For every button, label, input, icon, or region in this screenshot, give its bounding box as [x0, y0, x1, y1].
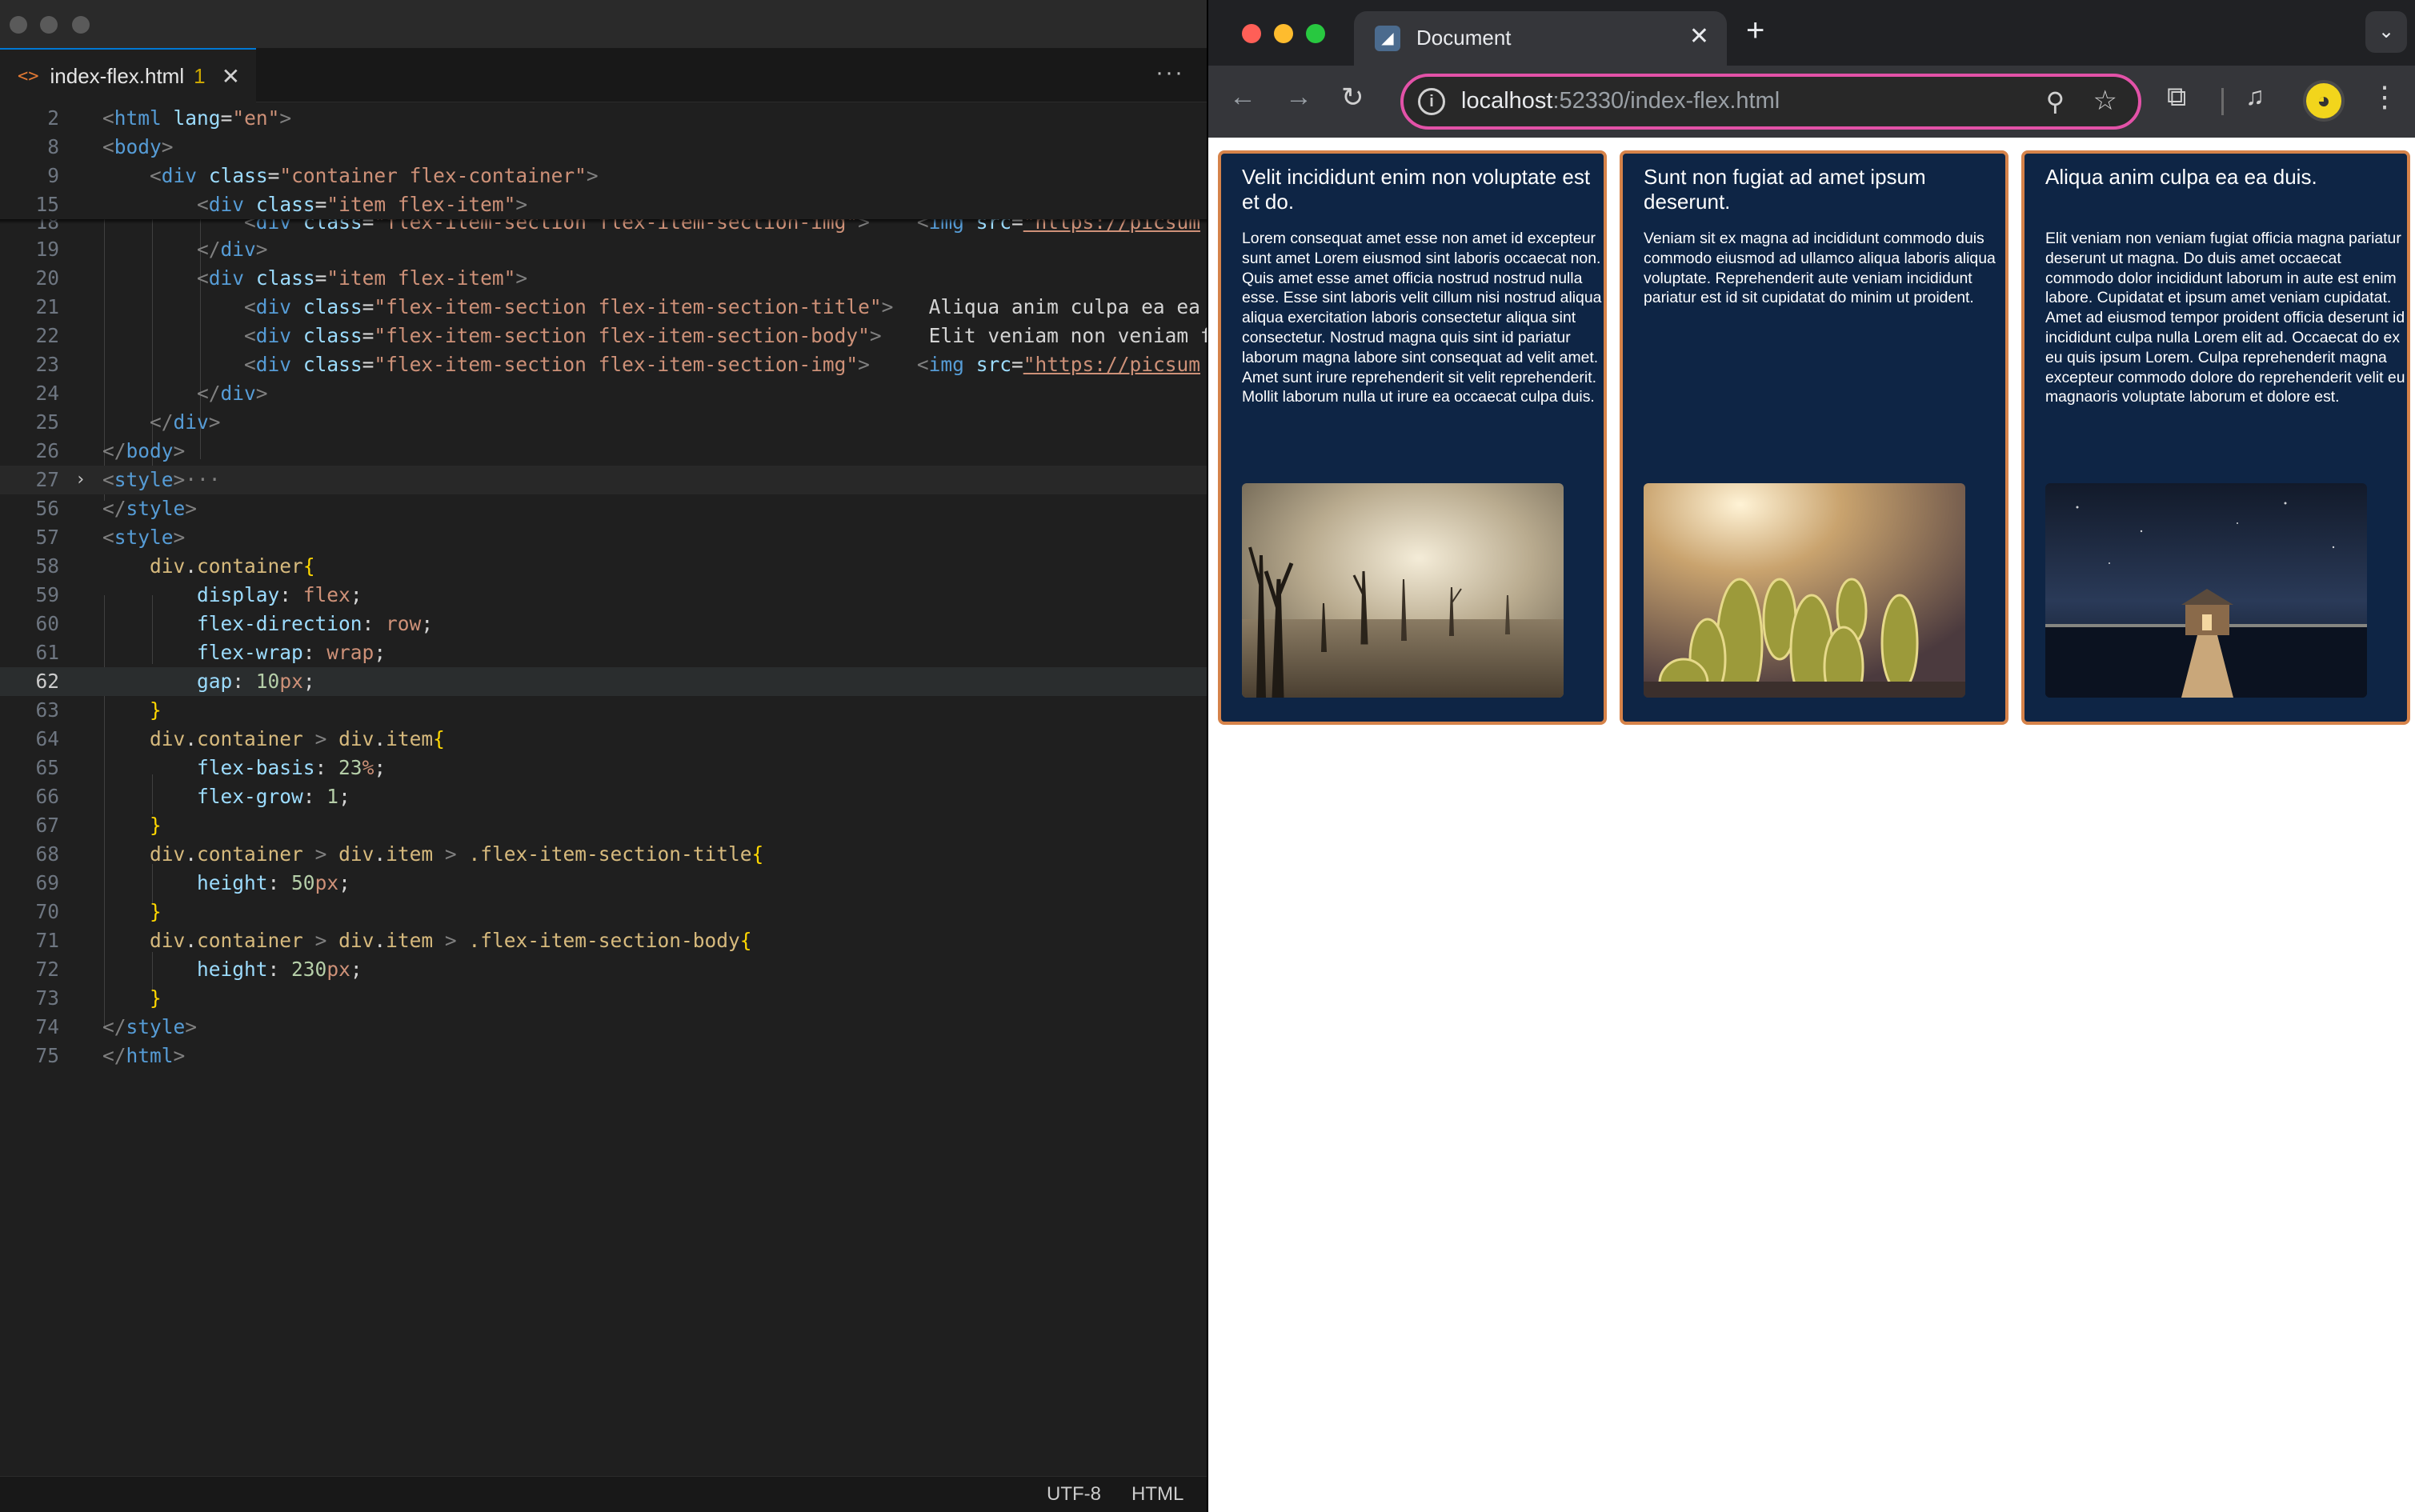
code-line: 22 <div class="flex-item-section flex-it… [35, 324, 1207, 347]
minimize-window-button[interactable] [1274, 24, 1293, 43]
media-controls-icon[interactable]: ♫ [2245, 82, 2265, 111]
profile-avatar[interactable]: ◕ [2303, 80, 2345, 122]
close-tab-icon[interactable]: ✕ [222, 63, 240, 90]
code-line: 59 display: flex; [35, 583, 362, 606]
code-line: 9 <div class="container flex-container"> [0, 162, 1207, 190]
browser-menu-kebab-icon[interactable]: ⋮ [2370, 80, 2399, 114]
code-line: 57 <style> [35, 526, 186, 549]
code-line-folded[interactable]: 27 › <style>··· [0, 466, 1207, 494]
browser-tab-document[interactable]: ◢ Document ✕ [1354, 11, 1727, 66]
browser-window: ◢ Document ✕ + ⌄ ← → ↻ i localhost:52330… [1207, 0, 2415, 1512]
code-line: 2 <html lang="en"> [0, 104, 1207, 133]
card-body: Lorem consequat amet esse non amet id ex… [1242, 230, 1602, 406]
extensions-puzzle-icon[interactable]: ⧉ [2167, 82, 2186, 113]
new-tab-button[interactable]: + [1746, 13, 1764, 49]
address-bar[interactable]: i localhost:52330/index-flex.html ⚲ ☆ [1400, 74, 2141, 130]
bookmark-star-icon[interactable]: ☆ [2093, 85, 2117, 117]
code-line: 61 flex-wrap: wrap; [35, 641, 386, 664]
flex-item-card: Sunt non fugiat ad amet ipsum deserunt. … [1620, 150, 2008, 725]
minimize-window-button[interactable] [40, 16, 58, 34]
code-line: 65 flex-basis: 23%; [35, 756, 386, 779]
code-line: 71 div.container > div.item > .flex-item… [35, 929, 752, 952]
code-line: 74 </style> [35, 1015, 198, 1038]
editor-titlebar [0, 0, 1207, 48]
card-image-foggy-dead-trees [1242, 483, 1564, 698]
card-title: Velit incididunt enim non voluptate est … [1242, 165, 1591, 214]
status-encoding[interactable]: UTF-8 [1047, 1483, 1101, 1506]
zoom-magnifier-icon[interactable]: ⚲ [2046, 86, 2065, 117]
maximize-window-button[interactable] [72, 16, 90, 34]
code-line: 60 flex-direction: row; [35, 612, 434, 635]
browser-toolbar: ← → ↻ i localhost:52330/index-flex.html … [1208, 66, 2415, 138]
close-window-button[interactable] [10, 16, 27, 34]
code-line: 25 </div> [35, 410, 221, 434]
code-line: 66 flex-grow: 1; [35, 785, 350, 808]
code-line: 72 height: 230px; [35, 958, 362, 981]
code-line: 56 </style> [35, 497, 198, 520]
problems-count-badge: 1 [194, 63, 206, 88]
code-line-current: 62 gap: 10px; [0, 667, 1207, 696]
code-line: 58 div.container{ [35, 554, 315, 578]
code-line: 20 <div class="item flex-item"> [35, 266, 528, 290]
code-line: 75 </html> [35, 1044, 186, 1067]
card-title: Sunt non fugiat ad amet ipsum deserunt. [1644, 165, 1926, 214]
code-line: 24 </div> [35, 382, 268, 405]
flex-item-card: Aliqua anim culpa ea ea duis. Elit venia… [2021, 150, 2410, 725]
card-image-cactus-sunlight [1644, 483, 1965, 698]
code-area[interactable]: 2 <html lang="en"> 8 <body> 9 <div class="… [0, 104, 1207, 1476]
more-actions-icon[interactable]: ··· [1155, 59, 1184, 86]
editor-tab-index-flex[interactable]: <> index-flex.html 1 ✕ [0, 48, 256, 102]
back-arrow-icon[interactable]: ← [1229, 82, 1256, 113]
favicon-icon: ◢ [1375, 26, 1400, 51]
tab-search-chevron-icon[interactable]: ⌄ [2365, 11, 2407, 53]
flex-item-card: Velit incididunt enim non voluptate est … [1218, 150, 1607, 725]
code-line: 70 } [35, 900, 162, 923]
code-line: 63 } [35, 698, 162, 722]
close-tab-icon[interactable]: ✕ [1689, 22, 1709, 50]
page-viewport: Velit incididunt enim non voluptate est … [1208, 138, 2415, 1512]
card-body: Veniam sit ex magna ad incididunt commod… [1644, 230, 1996, 307]
card-title: Aliqua anim culpa ea ea duis. [2045, 165, 2317, 189]
forward-arrow-icon[interactable]: → [1285, 82, 1312, 113]
site-info-icon[interactable]: i [1418, 88, 1445, 115]
code-line: 64 div.container > div.item{ [35, 727, 445, 750]
toolbar-divider [2221, 88, 2224, 115]
code-line: 21 <div class="flex-item-section flex-it… [35, 295, 1200, 318]
editor-tab-bar: <> index-flex.html 1 ✕ ··· [0, 48, 1207, 102]
code-editor-window: <> index-flex.html 1 ✕ ··· 2 <html lang="… [0, 0, 1207, 1512]
maximize-window-button[interactable] [1306, 24, 1325, 43]
fold-chevron-icon[interactable]: › [75, 466, 86, 494]
code-line: 26 </body> [35, 439, 186, 462]
code-line: 69 height: 50px; [35, 871, 350, 894]
address-url[interactable]: localhost:52330/index-flex.html [1461, 88, 1780, 114]
code-line: 8 <body> [0, 133, 1207, 162]
tab-filename: index-flex.html [50, 63, 185, 88]
code-line: 23 <div class="flex-item-section flex-it… [35, 353, 1200, 376]
editor-status-bar: UTF-8 HTML [0, 1476, 1207, 1512]
status-language-mode[interactable]: HTML [1131, 1483, 1183, 1506]
card-body: Elit veniam non veniam fugiat officia ma… [2045, 230, 2405, 406]
reload-icon[interactable]: ↻ [1341, 82, 1364, 114]
code-line: 68 div.container > div.item > .flex-item… [35, 842, 764, 866]
card-image-boathouse-night [2045, 483, 2367, 698]
html-file-icon: <> [18, 66, 39, 86]
code-line: 19 </div> [35, 238, 268, 261]
browser-tab-strip: ◢ Document ✕ + ⌄ [1208, 0, 2415, 66]
browser-tab-title: Document [1416, 26, 1512, 50]
code-line: 15 <div class="item flex-item"> [0, 190, 1207, 219]
code-line: 67 } [35, 814, 162, 837]
close-window-button[interactable] [1242, 24, 1261, 43]
code-line: 73 } [35, 986, 162, 1010]
